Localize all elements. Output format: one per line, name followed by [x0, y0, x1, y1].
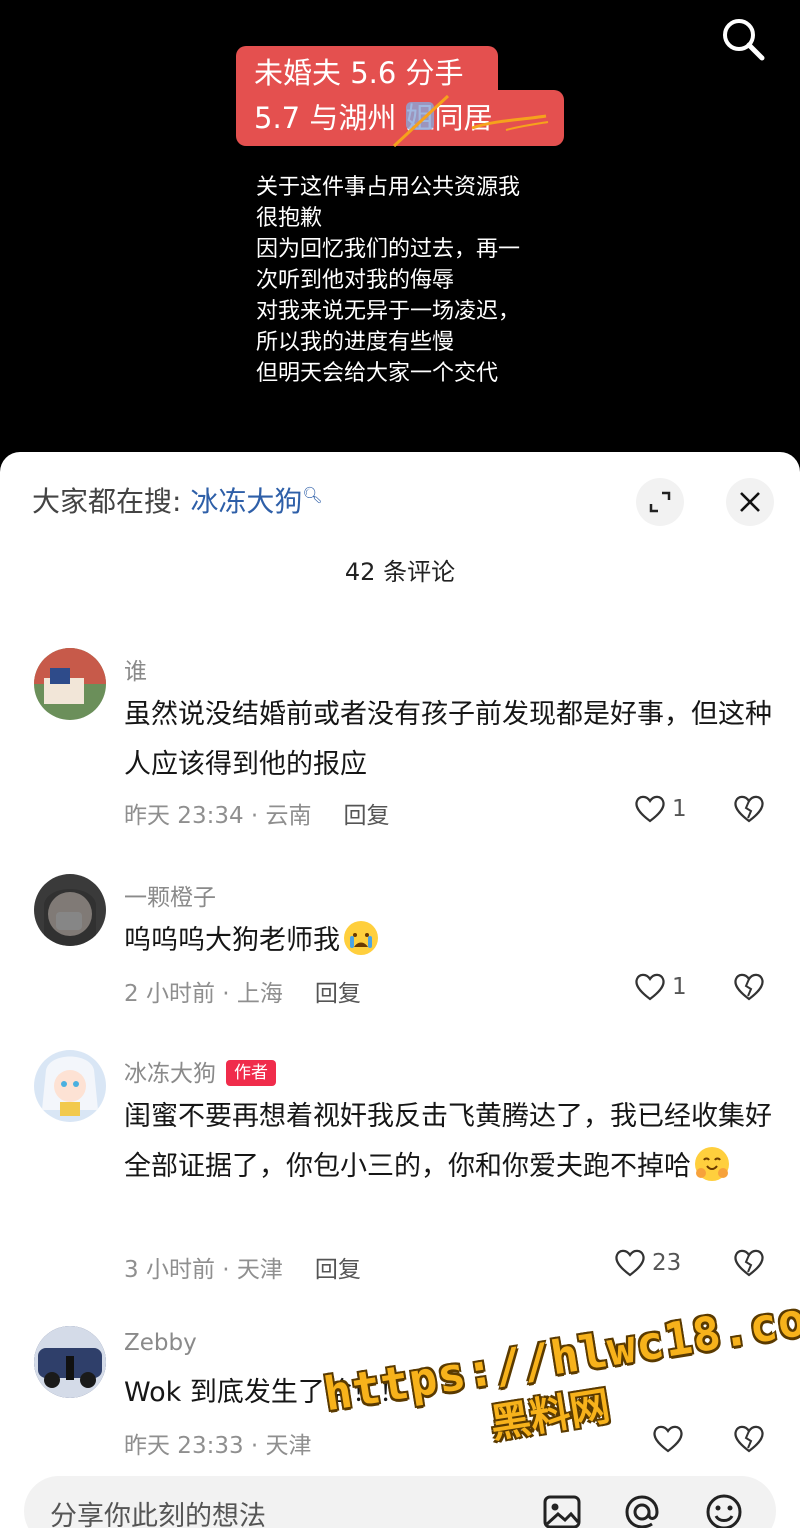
- comment-text: 呜呜呜大狗老师我: [124, 916, 774, 966]
- comment-time-location: 昨天 23:34 · 云南: [124, 803, 312, 829]
- expand-button[interactable]: [636, 478, 684, 526]
- dislike-button[interactable]: [732, 1248, 766, 1282]
- like-button[interactable]: 1: [634, 794, 687, 824]
- trending-prefix: 大家都在搜:: [32, 485, 182, 518]
- comment-author[interactable]: 一颗橙子: [124, 878, 216, 912]
- broken-heart-icon: [734, 1425, 764, 1453]
- trending-keyword[interactable]: 冰冻大狗: [190, 485, 302, 518]
- comment-input[interactable]: 分享你此刻的想法: [24, 1476, 776, 1528]
- heart-icon: [615, 1249, 645, 1277]
- at-icon[interactable]: [622, 1492, 662, 1528]
- avatar[interactable]: [34, 1050, 106, 1122]
- heart-icon: [635, 795, 665, 823]
- video-area[interactable]: 未婚夫 5.6 分手 5.7 与湖州 姐同居 关于这件事占用公共资源我 很抱歉 …: [0, 0, 800, 470]
- comment-text: 虽然说没结婚前或者没有孩子前发现都是好事，但这种人应该得到他的报应: [124, 699, 772, 780]
- dislike-button[interactable]: [732, 794, 766, 828]
- author-badge: 作者: [226, 1060, 276, 1086]
- avatar[interactable]: [34, 1326, 106, 1398]
- comment-author[interactable]: Zebby: [124, 1330, 197, 1356]
- avatar[interactable]: [34, 648, 106, 720]
- comment-count: 42 条评论: [344, 558, 456, 586]
- like-count: 23: [652, 1250, 682, 1276]
- comment-meta: 昨天 23:33 · 天津: [124, 1426, 312, 1460]
- small-search-icon: 🔍︎: [302, 485, 323, 505]
- scribble-mark: [392, 94, 549, 148]
- comment-author[interactable]: 谁: [124, 652, 147, 686]
- broken-heart-icon: [734, 1249, 764, 1277]
- broken-heart-icon: [734, 973, 764, 1001]
- smiley-icon[interactable]: [704, 1492, 744, 1528]
- like-button[interactable]: [652, 1424, 690, 1454]
- comment-author-name: 冰冻大狗: [124, 1061, 216, 1087]
- comment-meta: 昨天 23:34 · 云南 回复: [124, 796, 390, 830]
- expand-icon: [649, 491, 671, 513]
- like-count: 1: [672, 974, 687, 1000]
- close-icon: [740, 492, 760, 512]
- comment-input-placeholder: 分享你此刻的想法: [50, 1501, 266, 1528]
- image-icon[interactable]: [542, 1492, 582, 1528]
- crying-emoji-icon: [344, 921, 378, 955]
- dislike-button[interactable]: [732, 1424, 766, 1458]
- broken-heart-icon: [734, 795, 764, 823]
- comment-text-content: 呜呜呜大狗老师我: [124, 925, 340, 956]
- comment-time-location: 昨天 23:33 · 天津: [124, 1433, 312, 1459]
- comment-text-content: 闺蜜不要再想着视奸我反击飞黄腾达了，我已经收集好全部证据了，你包小三的，你和你爱…: [124, 1101, 772, 1182]
- comment-text: 闺蜜不要再想着视奸我反击飞黄腾达了，我已经收集好全部证据了，你包小三的，你和你爱…: [124, 1092, 774, 1192]
- search-icon[interactable]: [720, 16, 766, 62]
- comment-meta: 2 小时前 · 上海 回复: [124, 974, 361, 1008]
- comment-author[interactable]: 冰冻大狗 作者: [124, 1054, 276, 1088]
- like-button[interactable]: 23: [614, 1248, 681, 1278]
- avatar[interactable]: [34, 874, 106, 946]
- close-button[interactable]: [726, 478, 774, 526]
- like-count: 1: [672, 796, 687, 822]
- hugging-emoji-icon: [695, 1147, 729, 1181]
- comment-time-location: 3 小时前 · 天津: [124, 1257, 283, 1283]
- video-title-banner: 未婚夫 5.6 分手 5.7 与湖州 姐同居: [236, 46, 564, 148]
- heart-icon: [653, 1425, 683, 1453]
- heart-icon: [635, 973, 665, 1001]
- video-caption: 关于这件事占用公共资源我 很抱歉 因为回忆我们的过去，再一 次听到他对我的侮辱 …: [256, 175, 521, 386]
- reply-button[interactable]: 回复: [315, 981, 361, 1007]
- reply-button[interactable]: 回复: [344, 803, 390, 829]
- dislike-button[interactable]: [732, 972, 766, 1006]
- comment-time-location: 2 小时前 · 上海: [124, 981, 283, 1007]
- trending-search[interactable]: 大家都在搜: 冰冻大狗🔍︎: [32, 480, 323, 520]
- like-button[interactable]: 1: [634, 972, 687, 1002]
- comment-meta: 3 小时前 · 天津 回复: [124, 1250, 361, 1284]
- reply-button[interactable]: 回复: [315, 1257, 361, 1283]
